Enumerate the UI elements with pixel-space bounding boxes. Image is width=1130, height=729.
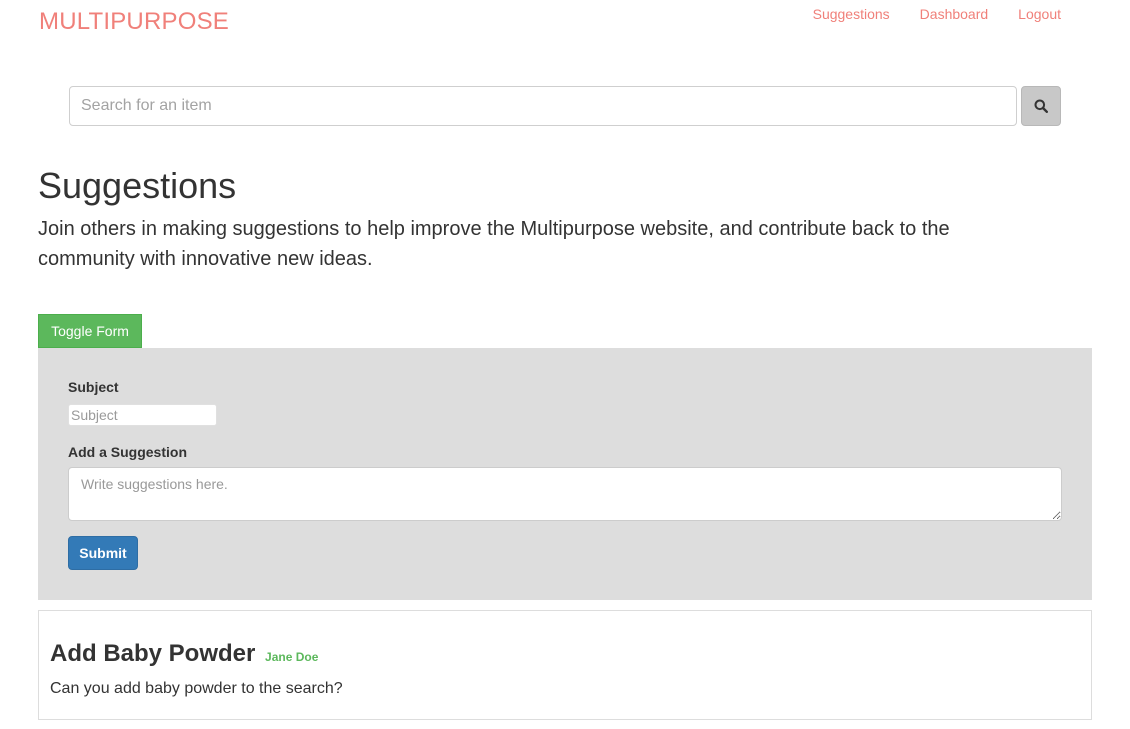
subject-label: Subject bbox=[68, 379, 119, 395]
suggestion-label: Add a Suggestion bbox=[68, 444, 187, 460]
search-icon bbox=[1034, 99, 1048, 113]
page-description: Join others in making suggestions to hel… bbox=[38, 218, 950, 270]
nav-link-logout[interactable]: Logout bbox=[1018, 6, 1061, 22]
page-title: Suggestions bbox=[38, 165, 237, 206]
suggestion-title-text: Add Baby Powder bbox=[50, 640, 256, 667]
toggle-form-button[interactable]: Toggle Form bbox=[38, 314, 142, 348]
suggestion-author: Jane Doe bbox=[265, 650, 319, 664]
suggestion-body: Can you add baby powder to the search? bbox=[50, 680, 343, 697]
suggestion-card: Add Baby Powder Jane Doe Can you add bab… bbox=[38, 610, 1092, 720]
top-nav: Suggestions Dashboard Logout bbox=[813, 6, 1061, 22]
suggestion-form: Subject Add a Suggestion Submit bbox=[38, 348, 1092, 600]
subject-input[interactable] bbox=[68, 404, 217, 426]
search-input[interactable] bbox=[69, 86, 1017, 126]
search-button[interactable] bbox=[1021, 86, 1061, 126]
nav-link-dashboard[interactable]: Dashboard bbox=[920, 6, 989, 22]
suggestion-title: Add Baby Powder Jane Doe bbox=[50, 639, 318, 672]
suggestion-textarea[interactable] bbox=[68, 467, 1062, 521]
brand-logo[interactable]: MULTIPURPOSE bbox=[39, 8, 229, 36]
nav-link-suggestions[interactable]: Suggestions bbox=[813, 6, 890, 22]
submit-button[interactable]: Submit bbox=[68, 536, 138, 570]
